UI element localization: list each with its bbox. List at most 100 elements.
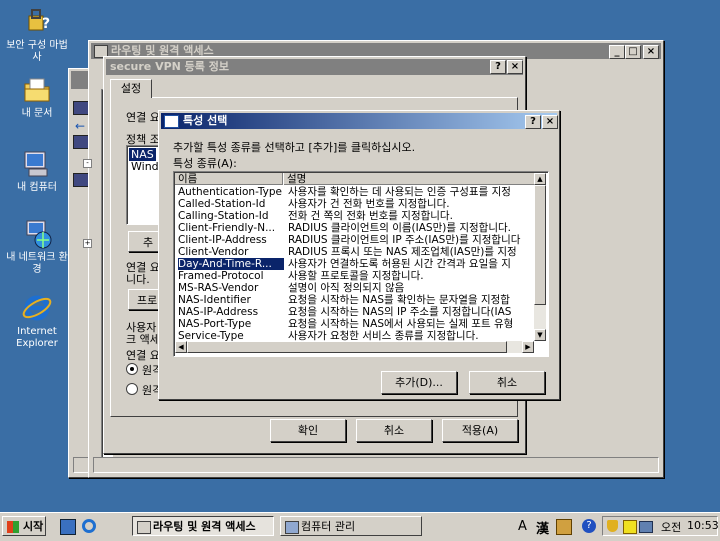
apply-button[interactable]: 적용(A): [442, 419, 518, 442]
attribute-name: Client-IP-Address: [178, 234, 267, 246]
rras-statusbar: [93, 457, 659, 473]
horizontal-scrollbar[interactable]: ◀ ▶: [175, 341, 534, 353]
attribute-name: Framed-Protocol: [178, 270, 264, 282]
tab-settings[interactable]: 설정: [110, 79, 152, 98]
attribute-name: Client-Vendor: [178, 246, 249, 258]
attribute-description: 사용자가 건 전화 번호를 지정합니다.: [288, 198, 450, 210]
column-header-name[interactable]: 이름: [175, 173, 283, 185]
edit-profile-label: 프로: [137, 294, 158, 307]
desktop-icon-network[interactable]: 내 네트워크 환경: [2, 218, 72, 276]
attribute-description: 요청을 시작하는 NAS를 확인하는 문자열을 지정합: [288, 294, 510, 306]
attribute-row[interactable]: NAS-Port-Type 요청을 시작하는 NAS에서 사용되는 실제 포트 유…: [176, 318, 532, 330]
desktop-icon-label: 내 네트워크 환경: [6, 252, 68, 275]
attribute-name: MS-RAS-Vendor: [178, 282, 259, 294]
attribute-row[interactable]: Calling-Station-Id 전화 건 쪽의 전화 번호를 지정합니다.: [176, 210, 532, 222]
desktop-icon-label: 보안 구성 마법사: [6, 40, 68, 63]
cancel-label: 취소: [383, 424, 405, 437]
user-info-text-2: 크 액세: [126, 333, 160, 346]
scroll-up-arrow[interactable]: ▲: [534, 173, 546, 185]
add-attribute-button[interactable]: 추가(D)...: [381, 371, 457, 394]
attribute-description: RADIUS 프록시 또는 NAS 제조업체(IAS만)를 지정: [288, 246, 517, 258]
desktop-icon-security-wizard[interactable]: ? 보안 구성 마법사: [2, 6, 72, 64]
attribute-description: 요청을 시작하는 NAS의 IP 주소를 지정합니다(IAS: [288, 306, 512, 318]
clock-time[interactable]: 10:53: [687, 519, 719, 532]
add-condition-label: 추: [143, 236, 154, 249]
attribute-name: NAS-Port-Type: [178, 318, 252, 330]
select-attribute-dialog: 특성 선택 ? × 추가할 특성 종류를 선택하고 [추가]를 클릭하십시오. …: [158, 110, 560, 400]
attribute-row[interactable]: Called-Station-Id 사용자가 건 전화 번호를 지정합니다.: [176, 198, 532, 210]
cancel-button[interactable]: 취소: [469, 371, 545, 394]
attribute-row[interactable]: MS-RAS-Vendor 설명이 아직 정의되지 않음: [176, 282, 532, 294]
attribute-row[interactable]: Day-And-Time-R... 사용자가 연결하도록 허용된 시간 간격과 요…: [176, 257, 532, 271]
scroll-h-thumb[interactable]: [187, 341, 507, 353]
close-button[interactable]: ×: [507, 60, 523, 74]
start-label: 시작: [23, 520, 44, 533]
desktop-icon-my-documents[interactable]: 내 문서: [2, 74, 72, 120]
taskbar-item-label: 라우팅 및 원격 액세스: [153, 520, 256, 533]
attribute-row[interactable]: Framed-Protocol 사용할 프로토콜을 지정합니다.: [176, 270, 532, 282]
attribute-row[interactable]: Client-IP-Address RADIUS 클라이언트의 IP 주소(IAS…: [176, 234, 532, 246]
attribute-row[interactable]: Client-Friendly-N... RADIUS 클라이언트의 이름(IAS…: [176, 222, 532, 234]
column-header-name-label: 이름: [178, 173, 198, 185]
network-tray-icon[interactable]: [639, 521, 653, 533]
scroll-left-arrow[interactable]: ◀: [175, 341, 187, 353]
quicklaunch-desktop-icon[interactable]: [60, 519, 76, 535]
attribute-row[interactable]: Client-Vendor RADIUS 프록시 또는 NAS 제조업체(IAS만…: [176, 246, 532, 258]
maximize-button[interactable]: □: [625, 45, 641, 59]
taskbar-item-computer-management[interactable]: 컴퓨터 관리: [280, 516, 422, 536]
security-wizard-icon: ?: [21, 6, 53, 38]
network-places-icon: [21, 218, 53, 250]
tree-expander-icon[interactable]: -: [83, 159, 92, 168]
close-button[interactable]: ×: [542, 115, 558, 129]
attribute-row[interactable]: NAS-Identifier 요청을 시작하는 NAS를 확인하는 문자열을 지정…: [176, 294, 532, 306]
select-attribute-title-bar[interactable]: 특성 선택: [161, 113, 557, 129]
scroll-right-arrow[interactable]: ▶: [522, 341, 534, 353]
column-header-description[interactable]: 설명: [284, 173, 534, 185]
system-tray: 오전 10:53: [602, 516, 719, 536]
ime-english-indicator[interactable]: A: [518, 519, 527, 534]
desktop-icon-my-computer[interactable]: 내 컴퓨터: [2, 148, 72, 194]
taskbar-item-rras[interactable]: 라우팅 및 원격 액세스: [132, 516, 274, 536]
attribute-name: Called-Station-Id: [178, 198, 266, 210]
desktop-icon-internet-explorer[interactable]: Internet Explorer: [2, 292, 72, 350]
scroll-thumb[interactable]: [534, 185, 546, 305]
quicklaunch-ie-icon[interactable]: [82, 519, 96, 533]
attribute-name: NAS-Identifier: [178, 294, 251, 306]
desktop-icon-label: 내 문서: [21, 108, 53, 119]
help-icon[interactable]: ?: [582, 519, 596, 533]
attribute-description: 사용자가 연결하도록 허용된 시간 간격과 요일을 지: [288, 258, 511, 270]
vpn-properties-title-bar[interactable]: secure VPN 등록 정보: [106, 59, 523, 75]
tab-settings-label: 설정: [120, 82, 142, 95]
close-button[interactable]: ×: [643, 45, 659, 59]
attribute-name: Calling-Station-Id: [178, 210, 269, 222]
attribute-description: 전화 건 쪽의 전화 번호를 지정합니다.: [288, 210, 453, 222]
mmc-console-icon[interactable]: [73, 101, 89, 115]
attribute-name: Day-And-Time-R...: [177, 257, 285, 271]
ok-button[interactable]: 확인: [270, 419, 346, 442]
ime-settings-icon[interactable]: [556, 519, 572, 535]
help-button[interactable]: ?: [490, 60, 506, 74]
back-arrow-icon[interactable]: ←: [75, 119, 85, 133]
clock-ampm: 오전: [661, 521, 682, 534]
deny-remote-access-radio[interactable]: [126, 363, 138, 375]
attribute-row[interactable]: NAS-IP-Address 요청을 시작하는 NAS의 IP 주소를 지정합니다…: [176, 306, 532, 318]
scroll-down-arrow[interactable]: ▼: [534, 329, 546, 341]
help-button[interactable]: ?: [525, 115, 541, 129]
cancel-button[interactable]: 취소: [356, 419, 432, 442]
alert-icon[interactable]: [623, 520, 637, 534]
attribute-row[interactable]: Authentication-Type 사용자를 확인하는 데 사용되는 인증 구…: [176, 186, 532, 198]
tree-expander-icon[interactable]: +: [83, 239, 92, 248]
start-button[interactable]: 시작: [2, 516, 46, 536]
mmc-console-icon[interactable]: [73, 135, 89, 149]
ime-hanja-indicator[interactable]: 漢: [536, 518, 549, 537]
vpn-properties-title: secure VPN 등록 정보: [110, 60, 229, 73]
vertical-scrollbar[interactable]: ▲ ▼: [534, 173, 546, 341]
security-shield-icon[interactable]: [607, 520, 618, 532]
mmc-console-icon[interactable]: [73, 173, 89, 187]
grant-remote-access-radio[interactable]: [126, 383, 138, 395]
my-documents-icon: [21, 74, 53, 106]
svg-text:?: ?: [42, 16, 50, 32]
column-header-description-label: 설명: [287, 173, 307, 185]
attribute-list[interactable]: 이름 설명 Authentication-Type 사용자를 확인하는 데 사용되…: [173, 171, 549, 357]
minimize-button[interactable]: _: [609, 45, 625, 59]
